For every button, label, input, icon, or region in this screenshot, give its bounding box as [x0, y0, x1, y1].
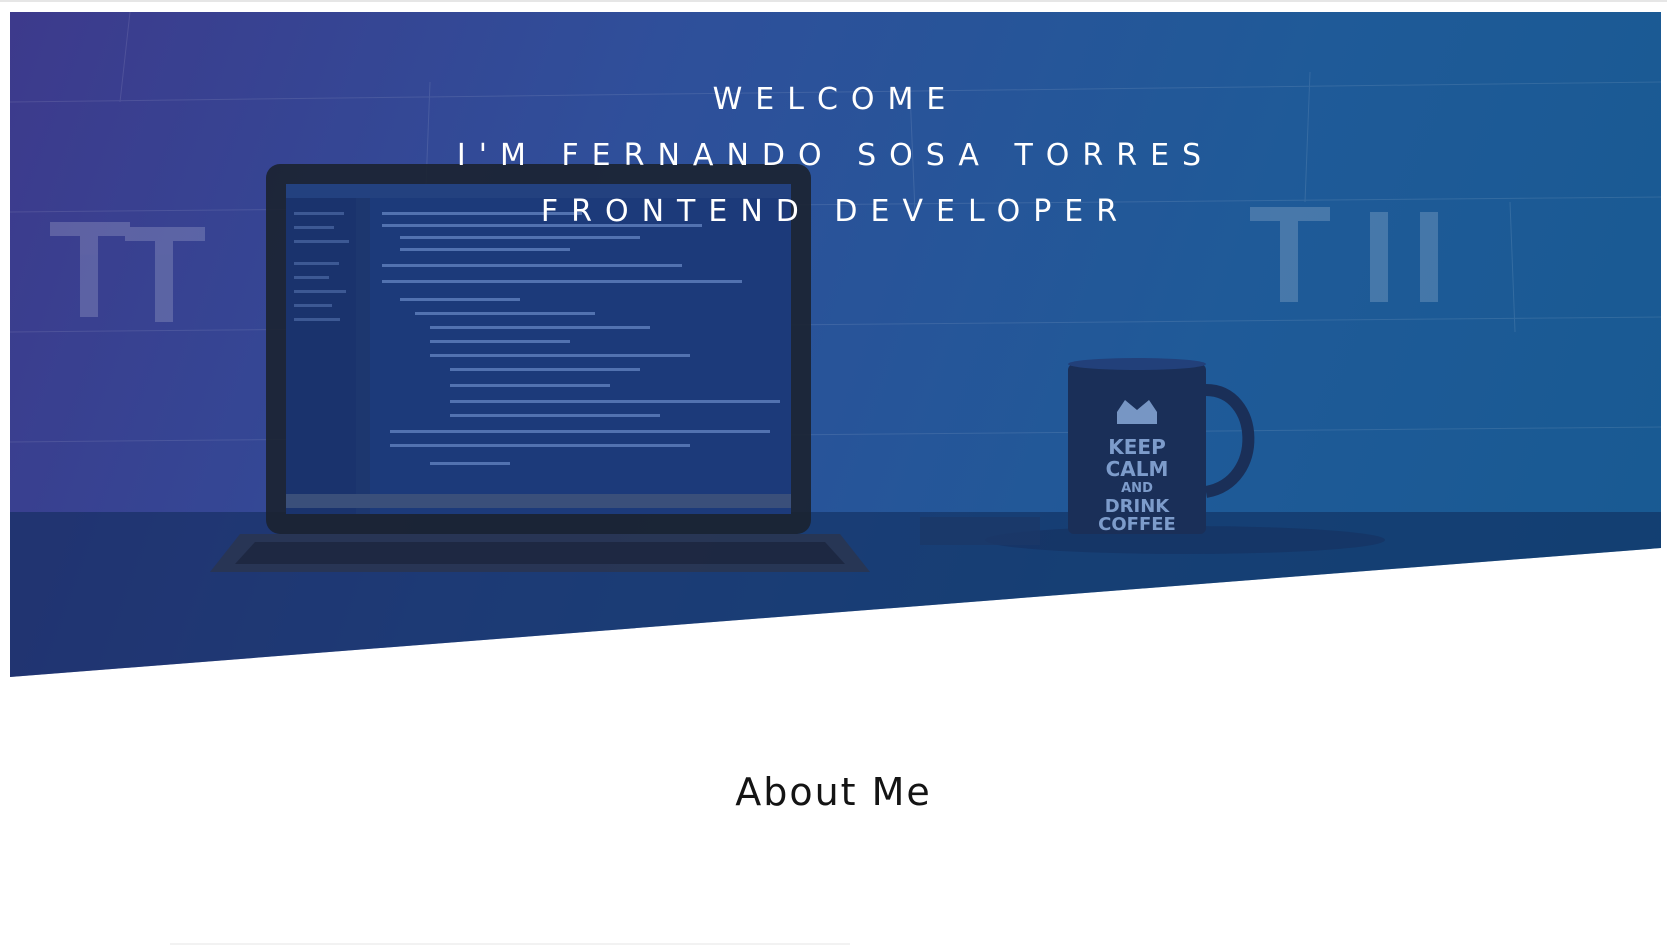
mug-text-and: AND: [1121, 481, 1153, 496]
notebook-illustration: [920, 517, 1040, 545]
mug-text-keep: KEEP: [1108, 435, 1165, 459]
hero-name-text: I'M FERNANDO SOSA TORRES: [456, 138, 1215, 173]
hero-welcome-text: WELCOME: [712, 82, 959, 117]
mug-text-calm: CALM: [1106, 457, 1169, 481]
about-section: About Me: [0, 770, 1667, 814]
about-title: About Me: [735, 770, 932, 814]
hero-role-text: FRONTEND DEVELOPER: [540, 194, 1131, 229]
hero-heading: WELCOME I'M FERNANDO SOSA TORRES FRONTEN…: [10, 72, 1661, 240]
section-divider: [170, 943, 850, 945]
top-browser-edge: [0, 0, 1667, 12]
hero-banner: KEEP CALM AND DRINK COFFEE WELCOME I'M F…: [10, 12, 1661, 677]
mug-text-coffee: COFFEE: [1098, 514, 1176, 535]
